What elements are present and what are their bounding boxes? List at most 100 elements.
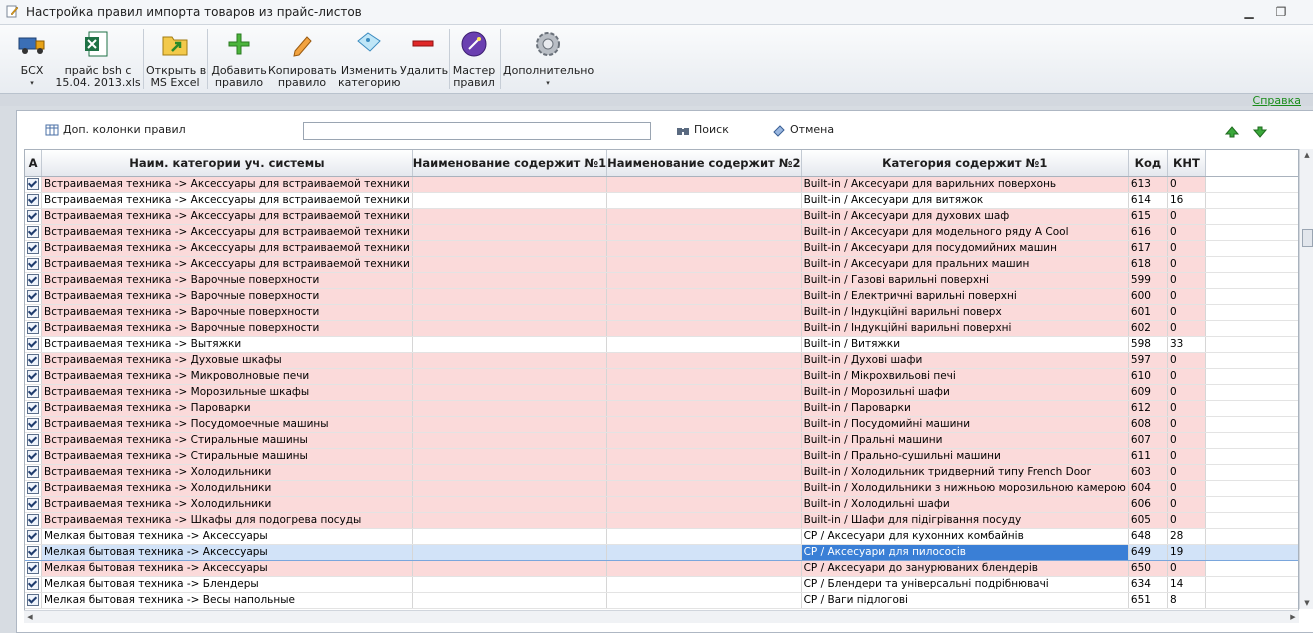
- name-contains-2-cell[interactable]: [606, 224, 802, 241]
- name-contains-1-cell[interactable]: [412, 480, 608, 497]
- table-row[interactable]: Встраиваемая техника -> Посудомоечные ма…: [25, 416, 1298, 433]
- category-contains-1-cell[interactable]: Built-in / Аксесуари для витяжок: [801, 192, 1129, 209]
- table-row[interactable]: Встраиваемая техника -> Микроволновые пе…: [25, 368, 1298, 385]
- name-contains-1-cell[interactable]: [412, 576, 608, 593]
- name-contains-2-cell[interactable]: [606, 400, 802, 417]
- knt-cell[interactable]: 8: [1167, 592, 1206, 609]
- active-checkbox[interactable]: [27, 514, 40, 526]
- table-row[interactable]: Мелкая бытовая техника -> Аксессуары CP /…: [25, 560, 1298, 577]
- table-row[interactable]: Встраиваемая техника -> Варочные поверхн…: [25, 288, 1298, 305]
- name-contains-1-cell[interactable]: [412, 192, 608, 209]
- knt-cell[interactable]: 0: [1167, 496, 1206, 513]
- knt-cell[interactable]: 0: [1167, 560, 1206, 577]
- active-checkbox-cell[interactable]: [25, 464, 43, 481]
- active-checkbox-cell[interactable]: [25, 448, 43, 465]
- category-cell[interactable]: Встраиваемая техника -> Аксессуары для в…: [41, 208, 413, 225]
- table-row[interactable]: Встраиваемая техника -> Аксессуары для в…: [25, 240, 1298, 257]
- code-cell[interactable]: 610: [1128, 368, 1168, 385]
- category-contains-1-cell[interactable]: CP / Блендери та універсальні подрібнюва…: [801, 576, 1129, 593]
- category-contains-1-cell[interactable]: Built-in / Аксесуари для пральних машин: [801, 256, 1129, 273]
- scroll-thumb[interactable]: [1302, 229, 1313, 247]
- active-checkbox[interactable]: [27, 482, 40, 494]
- table-row[interactable]: Встраиваемая техника -> Морозильные шкаф…: [25, 384, 1298, 401]
- category-contains-1-cell[interactable]: Built-in / Аксесуари для варильних повер…: [801, 176, 1129, 193]
- category-cell[interactable]: Встраиваемая техника -> Морозильные шкаф…: [41, 384, 413, 401]
- knt-cell[interactable]: 0: [1167, 176, 1206, 193]
- table-row[interactable]: Встраиваемая техника -> Аксессуары для в…: [25, 208, 1298, 225]
- active-checkbox-cell[interactable]: [25, 432, 43, 449]
- code-cell[interactable]: 609: [1128, 384, 1168, 401]
- active-checkbox[interactable]: [27, 210, 40, 222]
- name-contains-2-cell[interactable]: [606, 496, 802, 513]
- category-contains-1-cell[interactable]: Built-in / Пароварки: [801, 400, 1129, 417]
- active-checkbox-cell[interactable]: [25, 336, 43, 353]
- category-cell[interactable]: Встраиваемая техника -> Аксессуары для в…: [41, 192, 413, 209]
- table-row[interactable]: Встраиваемая техника -> Стиральные машин…: [25, 448, 1298, 465]
- active-checkbox-cell[interactable]: [25, 176, 43, 193]
- name-contains-2-cell[interactable]: [606, 368, 802, 385]
- table-row[interactable]: Встраиваемая техника -> Варочные поверхн…: [25, 320, 1298, 337]
- knt-cell[interactable]: 0: [1167, 432, 1206, 449]
- code-cell[interactable]: 614: [1128, 192, 1168, 209]
- knt-cell[interactable]: 0: [1167, 400, 1206, 417]
- change-category-button[interactable]: Изменить категорию: [338, 27, 400, 91]
- knt-cell[interactable]: 28: [1167, 528, 1206, 545]
- name-contains-1-cell[interactable]: [412, 176, 608, 193]
- active-checkbox-cell[interactable]: [25, 352, 43, 369]
- code-cell[interactable]: 605: [1128, 512, 1168, 529]
- active-checkbox-cell[interactable]: [25, 304, 43, 321]
- table-row[interactable]: Мелкая бытовая техника -> Аксессуары CP /…: [25, 544, 1298, 561]
- category-cell[interactable]: Мелкая бытовая техника -> Весы напольные: [41, 592, 413, 609]
- table-row[interactable]: Встраиваемая техника -> Холодильники Buil…: [25, 496, 1298, 513]
- name-contains-1-cell[interactable]: [412, 336, 608, 353]
- name-contains-2-cell[interactable]: [606, 272, 802, 289]
- knt-cell[interactable]: 0: [1167, 448, 1206, 465]
- name-contains-2-cell[interactable]: [606, 176, 802, 193]
- name-contains-2-cell[interactable]: [606, 288, 802, 305]
- knt-cell[interactable]: 33: [1167, 336, 1206, 353]
- table-row[interactable]: Встраиваемая техника -> Духовые шкафы Bui…: [25, 352, 1298, 369]
- code-cell[interactable]: 603: [1128, 464, 1168, 481]
- knt-cell[interactable]: 0: [1167, 384, 1206, 401]
- active-checkbox-cell[interactable]: [25, 416, 43, 433]
- restore-button[interactable]: ❐: [1272, 4, 1290, 20]
- knt-cell[interactable]: 16: [1167, 192, 1206, 209]
- active-checkbox[interactable]: [27, 258, 40, 270]
- code-cell[interactable]: 607: [1128, 432, 1168, 449]
- vertical-scrollbar[interactable]: ▲ ▼: [1299, 149, 1313, 609]
- help-link[interactable]: Справка: [1253, 94, 1301, 107]
- category-contains-1-cell[interactable]: Built-in / Холодильні шафи: [801, 496, 1129, 513]
- code-cell[interactable]: 650: [1128, 560, 1168, 577]
- active-checkbox[interactable]: [27, 434, 40, 446]
- name-contains-1-cell[interactable]: [412, 448, 608, 465]
- name-contains-1-cell[interactable]: [412, 560, 608, 577]
- active-checkbox-cell[interactable]: [25, 368, 43, 385]
- category-cell[interactable]: Встраиваемая техника -> Шкафы для подогр…: [41, 512, 413, 529]
- knt-cell[interactable]: 19: [1167, 544, 1206, 561]
- code-cell[interactable]: 615: [1128, 208, 1168, 225]
- name-contains-2-cell[interactable]: [606, 208, 802, 225]
- name-contains-1-cell[interactable]: [412, 528, 608, 545]
- knt-cell[interactable]: 0: [1167, 416, 1206, 433]
- name-contains-1-cell[interactable]: [412, 320, 608, 337]
- table-row[interactable]: Встраиваемая техника -> Варочные поверхн…: [25, 272, 1298, 289]
- column-header-active[interactable]: А: [25, 150, 43, 177]
- name-contains-2-cell[interactable]: [606, 256, 802, 273]
- category-contains-1-cell[interactable]: CP / Ваги підлогові: [801, 592, 1129, 609]
- scroll-right-icon[interactable]: ▶: [1287, 611, 1299, 623]
- knt-cell[interactable]: 0: [1167, 208, 1206, 225]
- active-checkbox[interactable]: [27, 498, 40, 510]
- knt-cell[interactable]: 0: [1167, 256, 1206, 273]
- arrow-down-icon[interactable]: [1252, 124, 1268, 140]
- active-checkbox-cell[interactable]: [25, 560, 43, 577]
- cancel-button[interactable]: Отмена: [772, 123, 834, 137]
- category-cell[interactable]: Встраиваемая техника -> Вытяжки: [41, 336, 413, 353]
- active-checkbox-cell[interactable]: [25, 320, 43, 337]
- category-contains-1-cell[interactable]: Built-in / Аксесуари для духових шаф: [801, 208, 1129, 225]
- category-contains-1-cell[interactable]: Built-in / Витяжки: [801, 336, 1129, 353]
- category-contains-1-cell[interactable]: Built-in / Електричні варильні поверхні: [801, 288, 1129, 305]
- name-contains-2-cell[interactable]: [606, 432, 802, 449]
- name-contains-2-cell[interactable]: [606, 480, 802, 497]
- active-checkbox-cell[interactable]: [25, 528, 43, 545]
- name-contains-2-cell[interactable]: [606, 304, 802, 321]
